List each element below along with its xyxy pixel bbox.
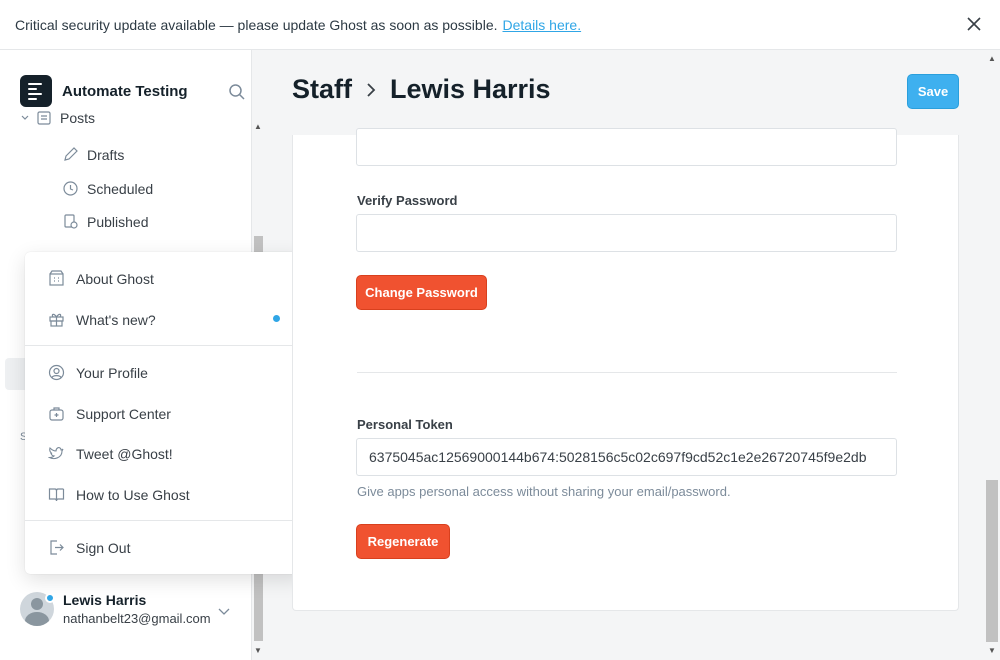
personal-token-label: Personal Token [357, 417, 453, 432]
clock-icon [63, 181, 78, 196]
menu-item-label: Sign Out [76, 539, 131, 556]
page-title: Lewis Harris [390, 74, 551, 104]
notification-dot [45, 593, 55, 603]
security-banner: Critical security update available — ple… [0, 0, 1000, 50]
scroll-down-icon[interactable]: ▼ [254, 646, 262, 655]
user-dropdown-menu: About Ghost What's new? Your Profile Sup… [25, 252, 305, 574]
search-icon[interactable] [228, 83, 246, 101]
site-brand[interactable]: Automate Testing [20, 75, 188, 107]
personal-token-field[interactable]: 6375045ac12569000144b674:5028156c5c02c69… [356, 438, 897, 476]
breadcrumb: Staff Lewis Harris [292, 74, 551, 105]
new-password-field[interactable] [356, 128, 897, 166]
posts-icon [37, 111, 51, 125]
book-icon [48, 488, 65, 502]
chevron-down-icon[interactable] [218, 605, 230, 617]
menu-divider [25, 520, 305, 521]
user-name: Lewis Harris [63, 592, 147, 608]
menu-item-sign-out[interactable]: Sign Out [48, 539, 130, 556]
building-icon [49, 270, 64, 286]
sidebar-item-drafts[interactable]: Drafts [62, 146, 124, 163]
menu-item-whats-new[interactable]: What's new? [48, 311, 156, 328]
banner-details-link[interactable]: Details here. [503, 17, 582, 33]
sidebar-item-label: Scheduled [87, 180, 154, 197]
menu-item-label: How to Use Ghost [76, 486, 190, 503]
sidebar-item-posts[interactable]: Posts [20, 110, 95, 126]
site-logo-icon [20, 75, 52, 107]
pencil-icon [64, 147, 78, 161]
main-scroll-thumb[interactable] [986, 480, 998, 642]
scroll-up-icon[interactable]: ▲ [254, 122, 262, 131]
sign-out-icon [50, 540, 64, 555]
menu-item-label: About Ghost [76, 270, 154, 287]
sidebar-item-label: Published [87, 213, 149, 230]
sidebar-item-scheduled[interactable]: Scheduled [62, 180, 153, 197]
sidebar-item-label: Posts [60, 110, 96, 126]
menu-item-label: What's new? [76, 311, 156, 328]
menu-item-your-profile[interactable]: Your Profile [48, 364, 148, 381]
sidebar-item-published[interactable]: Published [62, 213, 149, 230]
menu-item-support-center[interactable]: Support Center [48, 405, 171, 422]
change-password-button[interactable]: Change Password [356, 275, 487, 310]
scroll-down-icon[interactable]: ▼ [988, 646, 996, 655]
menu-item-label: Support Center [76, 405, 171, 422]
user-email: nathanbelt23@gmail.com [63, 611, 211, 626]
menu-item-how-to-use[interactable]: How to Use Ghost [48, 486, 190, 503]
published-icon [64, 214, 78, 229]
twitter-icon [48, 446, 64, 460]
menu-item-label: Your Profile [76, 364, 148, 381]
personal-token-hint: Give apps personal access without sharin… [357, 484, 731, 499]
regenerate-button[interactable]: Regenerate [356, 524, 450, 559]
new-indicator-dot [273, 315, 280, 322]
close-icon[interactable] [965, 15, 983, 33]
site-title: Automate Testing [62, 82, 188, 100]
chevron-right-icon [367, 82, 376, 97]
save-button[interactable]: Save [907, 74, 959, 109]
gift-icon [49, 313, 64, 327]
section-divider [357, 372, 897, 373]
support-icon [49, 407, 64, 421]
banner-message: Critical security update available — ple… [15, 16, 498, 33]
verify-password-field[interactable] [356, 214, 897, 252]
breadcrumb-staff-link[interactable]: Staff [292, 74, 352, 105]
main-scrollbar[interactable]: ▲ ▼ [985, 50, 1000, 660]
scroll-up-icon[interactable]: ▲ [988, 54, 996, 63]
menu-item-label: Tweet @Ghost! [76, 445, 173, 462]
sidebar-item-label: Drafts [87, 146, 125, 163]
menu-divider [25, 345, 305, 346]
user-circle-icon [48, 364, 65, 381]
staff-settings-card: Verify Password Change Password Personal… [292, 128, 959, 611]
chevron-down-icon [21, 115, 29, 120]
menu-item-tweet-ghost[interactable]: Tweet @Ghost! [48, 445, 173, 462]
verify-password-label: Verify Password [357, 193, 458, 208]
menu-item-about-ghost[interactable]: About Ghost [48, 270, 154, 287]
